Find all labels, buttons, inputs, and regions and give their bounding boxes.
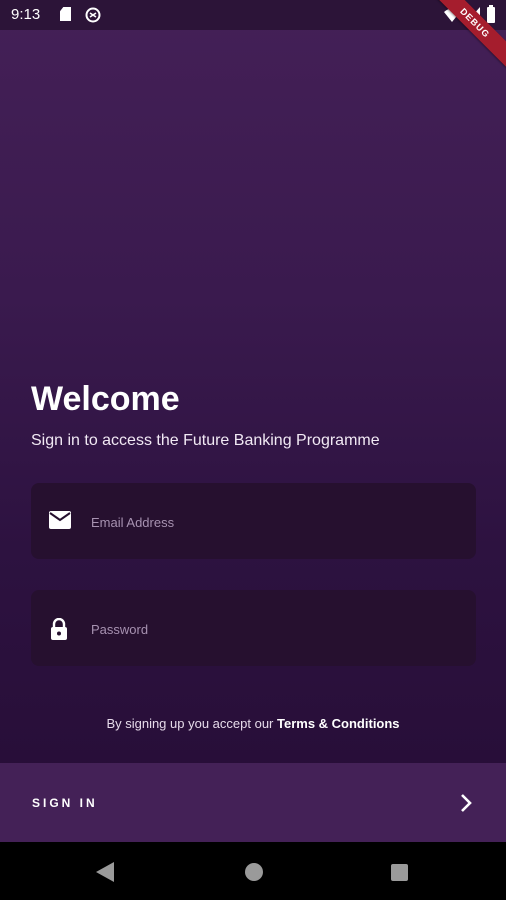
home-icon[interactable] xyxy=(245,863,263,881)
back-icon[interactable] xyxy=(96,862,114,882)
mail-icon xyxy=(49,511,71,531)
sign-in-button[interactable]: SIGN IN xyxy=(0,763,506,842)
chevron-right-icon xyxy=(458,793,474,813)
welcome-title: Welcome xyxy=(31,380,180,418)
email-input[interactable] xyxy=(89,509,453,535)
lock-icon xyxy=(49,617,71,640)
status-bar: 9:13 xyxy=(0,0,506,30)
welcome-subtitle: Sign in to access the Future Banking Pro… xyxy=(31,432,380,449)
vpn-icon xyxy=(85,7,101,23)
password-input[interactable] xyxy=(89,616,453,642)
sign-in-label: SIGN IN xyxy=(32,796,98,810)
terms-prefix: By signing up you accept our xyxy=(106,716,277,731)
recents-icon[interactable] xyxy=(391,864,408,881)
password-field[interactable] xyxy=(31,590,476,666)
battery-icon xyxy=(487,5,495,23)
status-time: 9:13 xyxy=(11,6,41,23)
sign-in-screen: 9:13 DEBUG Welcome Sign in to access the… xyxy=(0,0,506,842)
system-nav-bar xyxy=(0,842,506,900)
terms-link[interactable]: Terms & Conditions xyxy=(277,716,400,731)
email-field[interactable] xyxy=(31,483,476,559)
terms-notice: By signing up you accept our Terms & Con… xyxy=(0,716,506,731)
sd-card-icon xyxy=(60,7,71,21)
